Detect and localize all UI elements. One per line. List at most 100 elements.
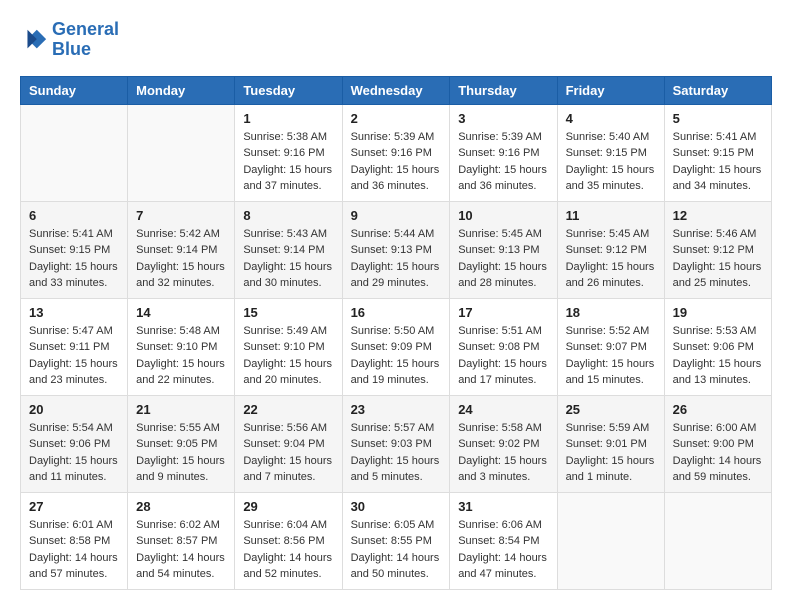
day-info: Sunrise: 6:04 AMSunset: 8:56 PMDaylight:… [243, 517, 333, 583]
day-number: 16 [351, 305, 442, 320]
day-number: 2 [351, 111, 442, 126]
day-info: Sunrise: 5:45 AMSunset: 9:13 PMDaylight:… [458, 226, 548, 292]
calendar-cell: 23 Sunrise: 5:57 AMSunset: 9:03 PMDayligh… [342, 395, 450, 492]
day-info: Sunrise: 5:50 AMSunset: 9:09 PMDaylight:… [351, 323, 442, 389]
calendar-cell: 14 Sunrise: 5:48 AMSunset: 9:10 PMDayligh… [128, 298, 235, 395]
day-info: Sunrise: 5:56 AMSunset: 9:04 PMDaylight:… [243, 420, 333, 486]
day-info: Sunrise: 5:41 AMSunset: 9:15 PMDaylight:… [673, 129, 763, 195]
calendar-cell: 28 Sunrise: 6:02 AMSunset: 8:57 PMDayligh… [128, 492, 235, 589]
calendar-week-row: 6 Sunrise: 5:41 AMSunset: 9:15 PMDaylight… [21, 201, 772, 298]
calendar-week-row: 1Sunrise: 5:38 AMSunset: 9:16 PMDaylight… [21, 104, 772, 201]
page-header: General Blue [20, 20, 772, 60]
day-info: Sunrise: 5:52 AMSunset: 9:07 PMDaylight:… [566, 323, 656, 389]
day-number: 17 [458, 305, 548, 320]
day-info: Sunrise: 5:54 AMSunset: 9:06 PMDaylight:… [29, 420, 119, 486]
calendar-cell: 20Sunrise: 5:54 AMSunset: 9:06 PMDayligh… [21, 395, 128, 492]
calendar-cell: 3 Sunrise: 5:39 AMSunset: 9:16 PMDaylight… [450, 104, 557, 201]
day-info: Sunrise: 5:40 AMSunset: 9:15 PMDaylight:… [566, 129, 656, 195]
day-number: 26 [673, 402, 763, 417]
day-info: Sunrise: 6:01 AMSunset: 8:58 PMDaylight:… [29, 517, 119, 583]
calendar-cell: 17 Sunrise: 5:51 AMSunset: 9:08 PMDayligh… [450, 298, 557, 395]
calendar-cell: 4 Sunrise: 5:40 AMSunset: 9:15 PMDaylight… [557, 104, 664, 201]
weekday-header-sunday: Sunday [21, 76, 128, 104]
day-info: Sunrise: 5:41 AMSunset: 9:15 PMDaylight:… [29, 226, 119, 292]
day-info: Sunrise: 5:58 AMSunset: 9:02 PMDaylight:… [458, 420, 548, 486]
calendar-cell: 29 Sunrise: 6:04 AMSunset: 8:56 PMDayligh… [235, 492, 342, 589]
weekday-header-saturday: Saturday [664, 76, 771, 104]
calendar-table: SundayMondayTuesdayWednesdayThursdayFrid… [20, 76, 772, 590]
day-info: Sunrise: 5:45 AMSunset: 9:12 PMDaylight:… [566, 226, 656, 292]
day-number: 14 [136, 305, 226, 320]
day-info: Sunrise: 5:42 AMSunset: 9:14 PMDaylight:… [136, 226, 226, 292]
day-info: Sunrise: 6:06 AMSunset: 8:54 PMDaylight:… [458, 517, 548, 583]
day-number: 15 [243, 305, 333, 320]
day-info: Sunrise: 5:39 AMSunset: 9:16 PMDaylight:… [351, 129, 442, 195]
day-info: Sunrise: 5:49 AMSunset: 9:10 PMDaylight:… [243, 323, 333, 389]
day-number: 1 [243, 111, 333, 126]
day-number: 29 [243, 499, 333, 514]
day-number: 19 [673, 305, 763, 320]
calendar-cell: 8Sunrise: 5:43 AMSunset: 9:14 PMDaylight… [235, 201, 342, 298]
day-number: 24 [458, 402, 548, 417]
calendar-cell: 21Sunrise: 5:55 AMSunset: 9:05 PMDayligh… [128, 395, 235, 492]
calendar-cell: 31 Sunrise: 6:06 AMSunset: 8:54 PMDayligh… [450, 492, 557, 589]
calendar-cell: 9Sunrise: 5:44 AMSunset: 9:13 PMDaylight… [342, 201, 450, 298]
day-number: 25 [566, 402, 656, 417]
day-number: 23 [351, 402, 442, 417]
day-number: 11 [566, 208, 656, 223]
day-number: 31 [458, 499, 548, 514]
logo-icon [20, 26, 48, 54]
day-info: Sunrise: 5:46 AMSunset: 9:12 PMDaylight:… [673, 226, 763, 292]
day-info: Sunrise: 5:59 AMSunset: 9:01 PMDaylight:… [566, 420, 656, 486]
weekday-header-monday: Monday [128, 76, 235, 104]
day-number: 28 [136, 499, 226, 514]
day-info: Sunrise: 5:51 AMSunset: 9:08 PMDaylight:… [458, 323, 548, 389]
day-number: 4 [566, 111, 656, 126]
calendar-week-row: 13 Sunrise: 5:47 AMSunset: 9:11 PMDayligh… [21, 298, 772, 395]
day-number: 13 [29, 305, 119, 320]
day-info: Sunrise: 5:43 AMSunset: 9:14 PMDaylight:… [243, 226, 333, 292]
day-number: 7 [136, 208, 226, 223]
weekday-header-thursday: Thursday [450, 76, 557, 104]
day-number: 3 [458, 111, 548, 126]
logo: General Blue [20, 20, 119, 60]
calendar-cell: 27Sunrise: 6:01 AMSunset: 8:58 PMDayligh… [21, 492, 128, 589]
calendar-cell [557, 492, 664, 589]
day-info: Sunrise: 6:05 AMSunset: 8:55 PMDaylight:… [351, 517, 442, 583]
day-number: 18 [566, 305, 656, 320]
calendar-cell [664, 492, 771, 589]
logo-text: General Blue [52, 20, 119, 60]
day-number: 12 [673, 208, 763, 223]
weekday-header-friday: Friday [557, 76, 664, 104]
calendar-cell: 11 Sunrise: 5:45 AMSunset: 9:12 PMDayligh… [557, 201, 664, 298]
calendar-cell: 13 Sunrise: 5:47 AMSunset: 9:11 PMDayligh… [21, 298, 128, 395]
day-info: Sunrise: 5:57 AMSunset: 9:03 PMDaylight:… [351, 420, 442, 486]
calendar-week-row: 27Sunrise: 6:01 AMSunset: 8:58 PMDayligh… [21, 492, 772, 589]
day-number: 22 [243, 402, 333, 417]
calendar-cell: 6 Sunrise: 5:41 AMSunset: 9:15 PMDaylight… [21, 201, 128, 298]
calendar-cell: 19 Sunrise: 5:53 AMSunset: 9:06 PMDayligh… [664, 298, 771, 395]
calendar-cell [128, 104, 235, 201]
calendar-cell: 30 Sunrise: 6:05 AMSunset: 8:55 PMDayligh… [342, 492, 450, 589]
day-number: 5 [673, 111, 763, 126]
calendar-cell: 15 Sunrise: 5:49 AMSunset: 9:10 PMDayligh… [235, 298, 342, 395]
day-info: Sunrise: 5:47 AMSunset: 9:11 PMDaylight:… [29, 323, 119, 389]
day-info: Sunrise: 5:48 AMSunset: 9:10 PMDaylight:… [136, 323, 226, 389]
weekday-header-row: SundayMondayTuesdayWednesdayThursdayFrid… [21, 76, 772, 104]
calendar-cell: 22 Sunrise: 5:56 AMSunset: 9:04 PMDayligh… [235, 395, 342, 492]
calendar-cell: 18 Sunrise: 5:52 AMSunset: 9:07 PMDayligh… [557, 298, 664, 395]
calendar-cell: 2 Sunrise: 5:39 AMSunset: 9:16 PMDaylight… [342, 104, 450, 201]
day-number: 30 [351, 499, 442, 514]
day-number: 10 [458, 208, 548, 223]
calendar-cell: 25 Sunrise: 5:59 AMSunset: 9:01 PMDayligh… [557, 395, 664, 492]
day-info: Sunrise: 5:53 AMSunset: 9:06 PMDaylight:… [673, 323, 763, 389]
calendar-cell: 10 Sunrise: 5:45 AMSunset: 9:13 PMDayligh… [450, 201, 557, 298]
day-info: Sunrise: 6:00 AMSunset: 9:00 PMDaylight:… [673, 420, 763, 486]
day-info: Sunrise: 5:39 AMSunset: 9:16 PMDaylight:… [458, 129, 548, 195]
calendar-cell: 26 Sunrise: 6:00 AMSunset: 9:00 PMDayligh… [664, 395, 771, 492]
day-number: 6 [29, 208, 119, 223]
calendar-cell: 16 Sunrise: 5:50 AMSunset: 9:09 PMDayligh… [342, 298, 450, 395]
day-info: Sunrise: 5:44 AMSunset: 9:13 PMDaylight:… [351, 226, 442, 292]
calendar-cell [21, 104, 128, 201]
day-info: Sunrise: 6:02 AMSunset: 8:57 PMDaylight:… [136, 517, 226, 583]
